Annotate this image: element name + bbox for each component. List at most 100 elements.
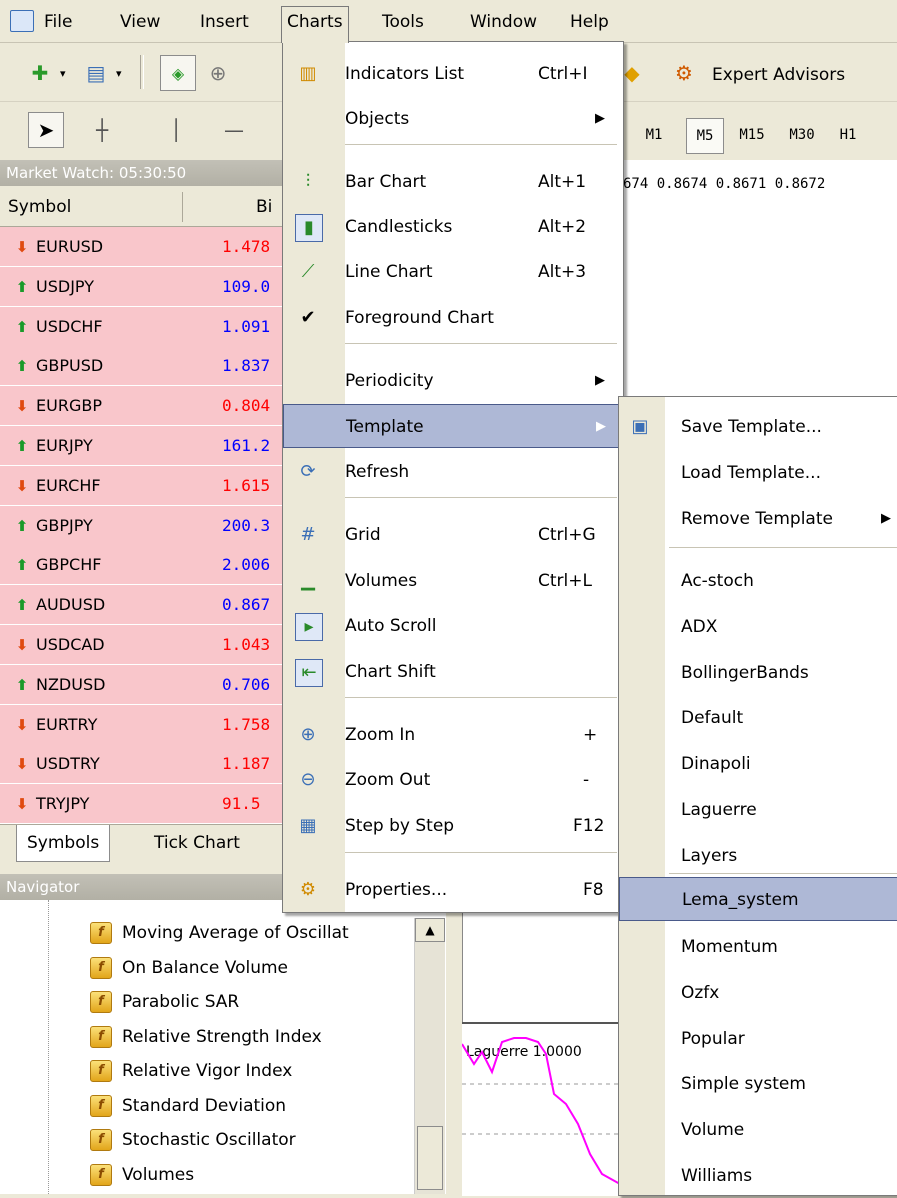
table-row[interactable]: ⬇ USDCAD 1.043 xyxy=(0,625,288,665)
menu-window[interactable]: Window xyxy=(470,8,537,36)
menu-item-refresh[interactable]: Refresh ⟳ xyxy=(283,450,621,494)
menu-item-template[interactable]: Template ▶ xyxy=(283,404,621,448)
step-by-step-icon: ▦ xyxy=(299,815,317,836)
profiles-icon[interactable]: ▤ xyxy=(78,55,114,91)
navigator-item[interactable]: f Moving Average of Oscillat xyxy=(90,916,349,950)
template-item-adx[interactable]: ADX xyxy=(619,605,897,649)
timeframe-m15[interactable]: M15 xyxy=(730,118,774,152)
tab-tick-chart[interactable]: Tick Chart xyxy=(144,825,250,861)
menu-item-step-by-step[interactable]: Step by Step F12 ▦ xyxy=(283,804,621,848)
new-chart-icon[interactable]: ✚ xyxy=(22,55,58,91)
table-row[interactable]: ⬆ GBPCHF 2.006 xyxy=(0,545,288,586)
table-row[interactable]: ⬇ EURUSD 1.478 xyxy=(0,227,288,267)
indicator-function-icon: f xyxy=(90,922,112,944)
horizontal-line-icon[interactable]: — xyxy=(216,112,252,148)
table-row[interactable]: ⬆ GBPUSD 1.837 xyxy=(0,346,288,387)
symbol-cell: ⬇ EURUSD xyxy=(12,227,103,267)
menu-view[interactable]: View xyxy=(120,8,160,36)
navigator-item[interactable]: f Relative Vigor Index xyxy=(90,1054,292,1088)
bar-chart-icon: ⫶ xyxy=(305,171,311,192)
table-row[interactable]: ⬆ USDCHF 1.091 xyxy=(0,306,288,347)
template-item-simple-system[interactable]: Simple system xyxy=(619,1062,897,1106)
navigator-item[interactable]: f Relative Strength Index xyxy=(90,1020,322,1054)
bid-cell: 1.478 xyxy=(222,237,271,256)
column-symbol[interactable]: Symbol xyxy=(8,188,71,226)
bid-cell: 1.758 xyxy=(222,714,271,734)
menu-item-label: Momentum xyxy=(681,937,778,957)
menu-item-properties[interactable]: Properties... F8 ⚙ xyxy=(283,868,621,912)
menu-item-chart-shift[interactable]: Chart Shift ⇤ xyxy=(283,650,621,694)
table-row[interactable]: ⬆ EURJPY 161.2 xyxy=(0,426,288,466)
template-item-layers[interactable]: Layers xyxy=(619,834,897,878)
cursor-icon[interactable]: ➤ xyxy=(28,112,64,148)
template-item-load-template[interactable]: Load Template... xyxy=(619,451,897,495)
menu-item-grid[interactable]: Grid Ctrl+G # xyxy=(283,513,621,557)
menu-item-auto-scroll[interactable]: Auto Scroll ▸ xyxy=(283,604,621,648)
menu-item-line-chart[interactable]: Line Chart Alt+3 ⟋ xyxy=(283,250,621,294)
table-row[interactable]: ⬆ AUDUSD 0.867 xyxy=(0,585,288,626)
expert-advisors-icon[interactable]: ⚙ xyxy=(666,55,702,91)
menu-item-indicators-list[interactable]: Indicators List Ctrl+I ▥ xyxy=(283,52,621,96)
menu-item-foreground-chart[interactable]: Foreground Chart ✔ xyxy=(283,296,621,340)
column-divider[interactable] xyxy=(182,192,183,222)
template-item-save-template[interactable]: Save Template... ▣ xyxy=(619,405,897,449)
template-item-popular[interactable]: Popular xyxy=(619,1017,897,1061)
menu-item-candlesticks[interactable]: Candlesticks Alt+2 ▮ xyxy=(283,205,621,249)
scrollbar-thumb[interactable] xyxy=(417,1126,443,1190)
menu-help[interactable]: Help xyxy=(570,8,609,36)
symbol-name: USDJPY xyxy=(36,276,94,296)
dropdown-arrow-icon[interactable]: ▾ xyxy=(116,67,122,80)
menu-item-zoom-out[interactable]: Zoom Out - ⊖ xyxy=(283,758,621,802)
navigator-item[interactable]: f Standard Deviation xyxy=(90,1089,286,1123)
navigator-item[interactable]: f Stochastic Oscillator xyxy=(90,1123,296,1157)
template-item-dinapoli[interactable]: Dinapoli xyxy=(619,742,897,786)
table-row[interactable]: ⬇ USDTRY 1.187 xyxy=(0,744,288,785)
template-item-ozfx[interactable]: Ozfx xyxy=(619,971,897,1015)
expert-advisors-button[interactable]: Expert Advisors xyxy=(712,65,845,85)
arrow-up-icon: ⬆ xyxy=(15,516,29,535)
template-item-default[interactable]: Default xyxy=(619,696,897,740)
timeframe-m1[interactable]: M1 xyxy=(636,118,672,152)
table-row[interactable]: ⬇ EURCHF 1.615 xyxy=(0,465,288,506)
template-item-lema-system[interactable]: Lema_system xyxy=(619,877,897,921)
template-item-momentum[interactable]: Momentum xyxy=(619,925,897,969)
table-row[interactable]: ⬆ NZDUSD 0.706 xyxy=(0,664,288,705)
template-item-remove-template[interactable]: Remove Template ▶ xyxy=(619,497,897,541)
navigator-scrollbar[interactable]: ▲ xyxy=(414,918,445,1194)
navigator-item[interactable]: f Volumes xyxy=(90,1158,194,1192)
table-row[interactable]: ⬆ USDJPY 109.0 xyxy=(0,266,288,307)
template-item-ac-stoch[interactable]: Ac-stoch xyxy=(619,559,897,603)
menu-item-volumes[interactable]: Volumes Ctrl+L ▁ xyxy=(283,559,621,603)
navigator-item[interactable]: f Parabolic SAR xyxy=(90,985,239,1019)
table-row[interactable]: ⬇ TRYJPY 91.5 xyxy=(0,784,288,825)
menu-item-bar-chart[interactable]: Bar Chart Alt+1 ⫶ xyxy=(283,160,621,204)
table-row[interactable]: ⬇ EURGBP 0.804 xyxy=(0,386,288,427)
timeframe-m30[interactable]: M30 xyxy=(780,118,824,152)
template-item-bollingerbands[interactable]: BollingerBands xyxy=(619,651,897,695)
table-row[interactable]: ⬇ EURTRY 1.758 xyxy=(0,704,288,745)
menu-item-periodicity[interactable]: Periodicity ▶ xyxy=(283,359,621,403)
crosshair-icon[interactable]: ┼ xyxy=(84,112,120,148)
vertical-line-icon[interactable]: │ xyxy=(158,112,194,148)
template-item-volume[interactable]: Volume xyxy=(619,1108,897,1152)
timeframe-m5[interactable]: M5 xyxy=(686,118,724,154)
tab-symbols[interactable]: Symbols xyxy=(16,825,111,862)
template-item-williams[interactable]: Williams xyxy=(619,1154,897,1198)
menu-insert[interactable]: Insert xyxy=(200,8,249,36)
menu-item-zoom-in[interactable]: Zoom In + ⊕ xyxy=(283,713,621,757)
menu-item-objects[interactable]: Objects ▶ xyxy=(283,97,621,141)
indicator-subwindow[interactable]: Laguerre 1.0000 xyxy=(462,1022,620,1196)
table-row[interactable]: ⬆ GBPJPY 200.3 xyxy=(0,505,288,546)
dropdown-arrow-icon[interactable]: ▾ xyxy=(60,67,66,80)
navigator-item[interactable]: f On Balance Volume xyxy=(90,951,288,985)
menu-file[interactable]: File xyxy=(44,8,72,36)
market-watch-icon[interactable]: ◈ xyxy=(160,55,196,91)
menu-tools[interactable]: Tools xyxy=(382,8,424,36)
indicator-function-icon: f xyxy=(90,956,112,979)
column-bid[interactable]: Bi xyxy=(256,188,272,226)
timeframe-h1[interactable]: H1 xyxy=(830,118,866,152)
menu-charts[interactable]: Charts xyxy=(281,6,349,43)
template-item-laguerre[interactable]: Laguerre xyxy=(619,788,897,832)
data-window-icon[interactable]: ⊕ xyxy=(200,55,236,91)
scroll-up-icon[interactable]: ▲ xyxy=(415,918,445,942)
